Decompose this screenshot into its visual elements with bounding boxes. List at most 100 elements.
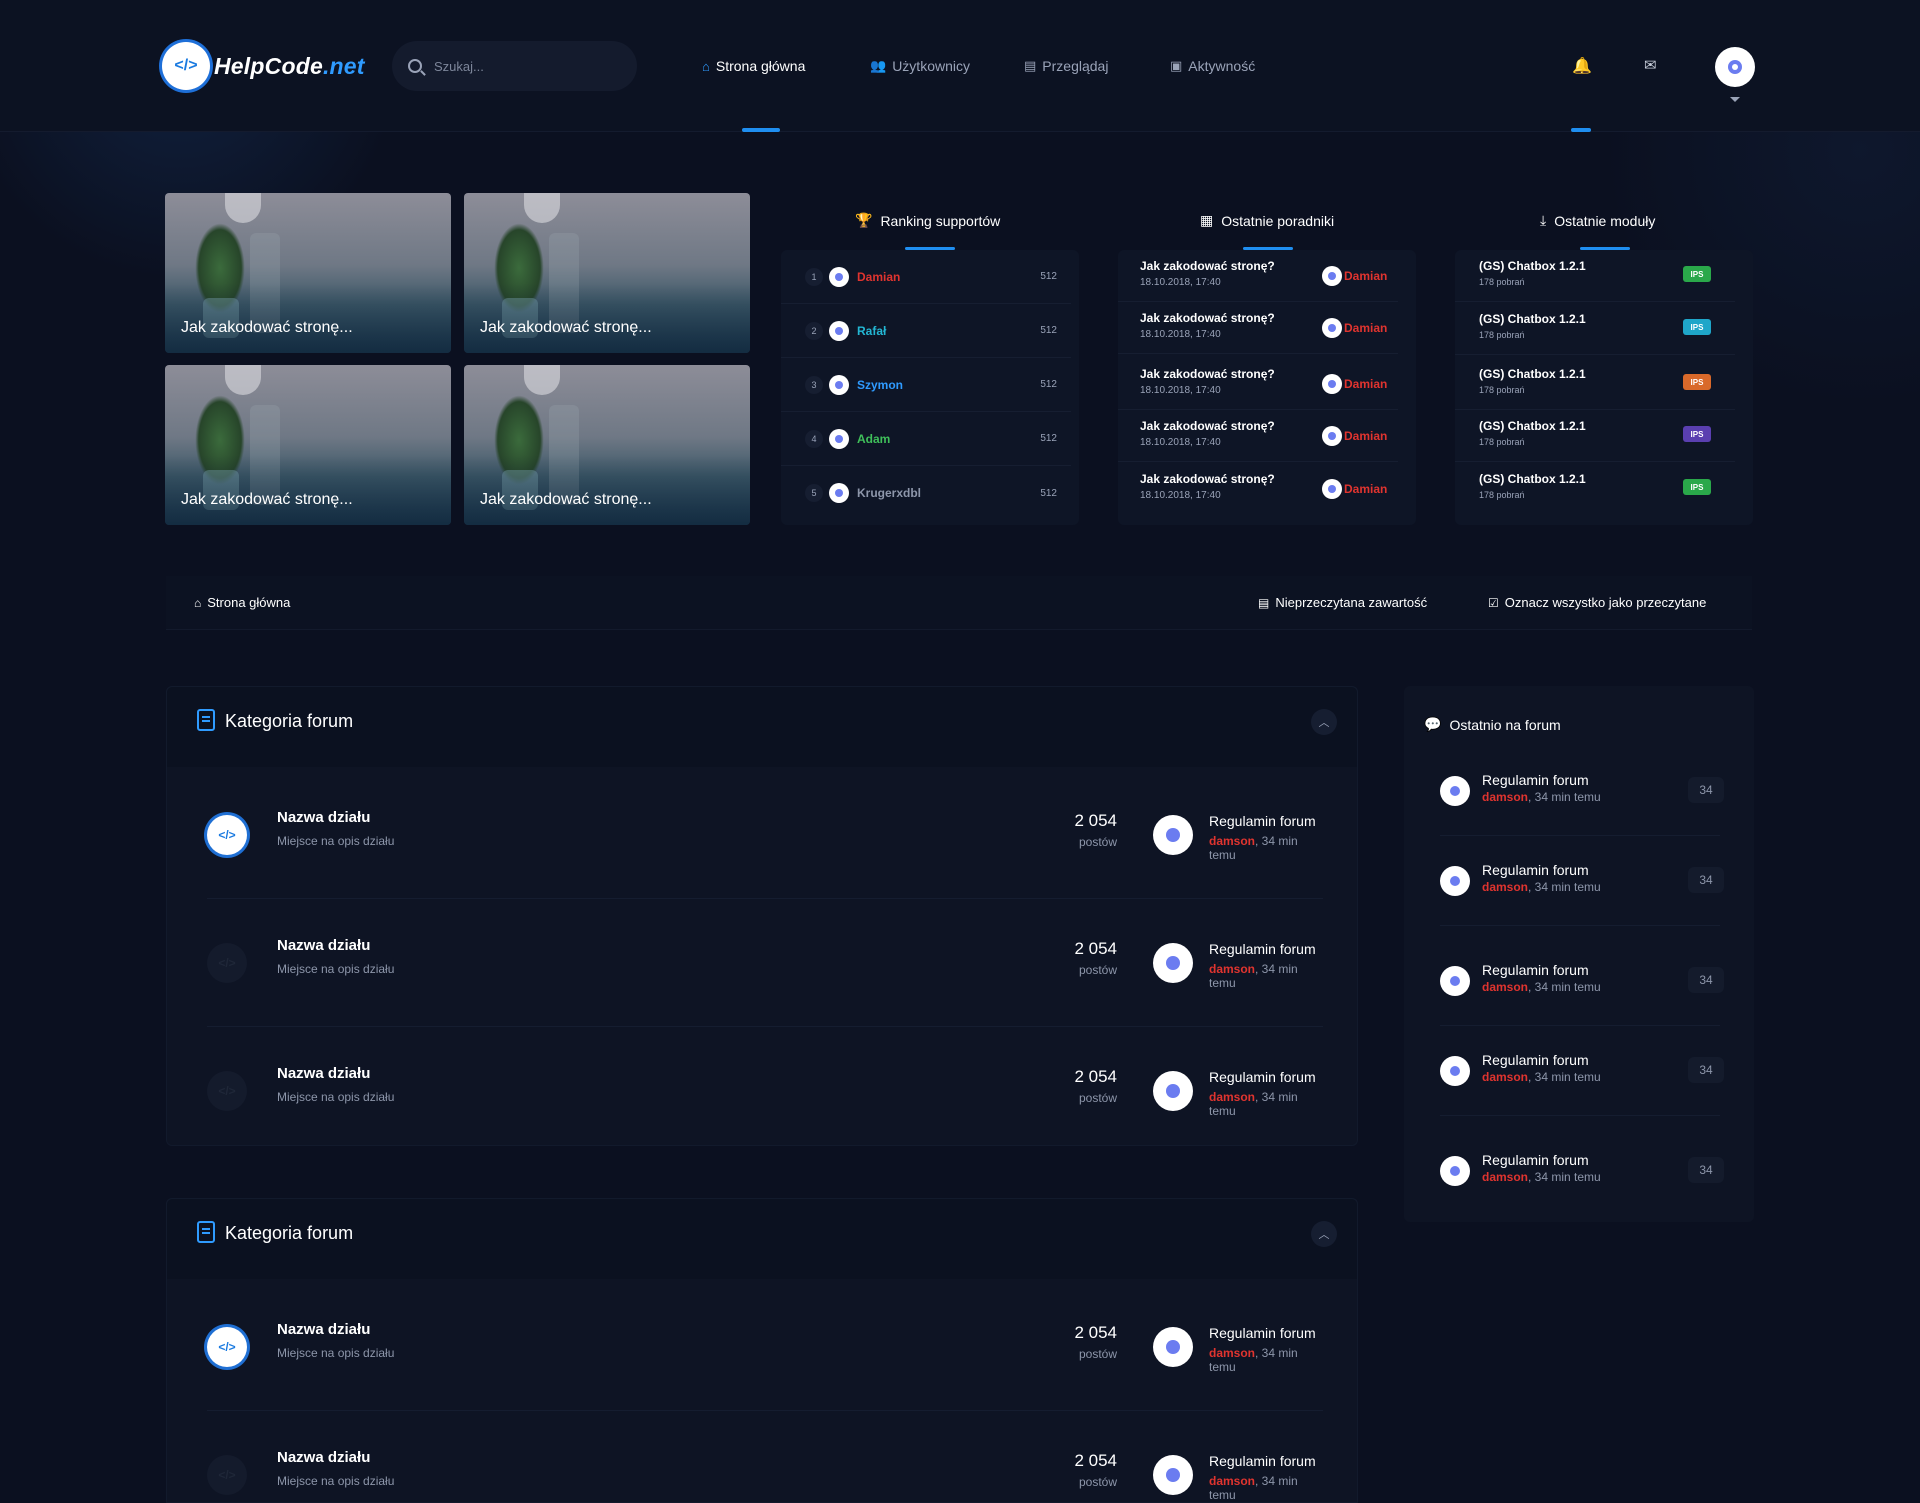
avatar-icon bbox=[829, 266, 849, 287]
unread-content-link[interactable]: ▤ Nieprzeczytana zawartość bbox=[1258, 595, 1427, 610]
recent-topic-row[interactable]: Regulamin forum damson, 34 min temu 34 bbox=[1440, 836, 1724, 926]
ranking-user[interactable]: Krugerxdbl bbox=[857, 486, 1007, 500]
ranking-row[interactable]: 5 Krugerxdbl 512 bbox=[781, 466, 1071, 520]
avatar-icon[interactable] bbox=[1153, 1327, 1193, 1367]
recent-on-forum-panel: 💬 Ostatnio na forum Regulamin forum damso… bbox=[1404, 686, 1754, 1222]
tutorials-panel: Jak zakodować stronę? 18.10.2018, 17:40 … bbox=[1118, 250, 1416, 525]
ranking-row[interactable]: 4 Adam 512 bbox=[781, 412, 1071, 466]
forum-row[interactable]: </> Nazwa działu Miejsce na opis działu … bbox=[207, 899, 1323, 1027]
recent-topic-row[interactable]: Regulamin forum damson, 34 min temu 34 bbox=[1440, 1126, 1724, 1216]
avatar-icon[interactable] bbox=[1153, 1455, 1193, 1495]
avatar-icon[interactable] bbox=[1153, 1071, 1193, 1111]
mark-all-read-link[interactable]: ☑ Oznacz wszystko jako przeczytane bbox=[1488, 595, 1706, 610]
ranking-user[interactable]: Rafał bbox=[857, 324, 1007, 338]
forum-row[interactable]: </> Nazwa działu Miejsce na opis działu … bbox=[207, 1411, 1323, 1503]
avatar-icon bbox=[1440, 1056, 1470, 1086]
chevron-down-icon[interactable] bbox=[1730, 97, 1740, 102]
home-icon: ⌂ bbox=[194, 595, 202, 610]
forum-description: Miejsce na opis działu bbox=[277, 1346, 395, 1360]
featured-card-title: Jak zakodować stronę... bbox=[181, 319, 353, 336]
featured-card[interactable]: Jak zakodować stronę... bbox=[464, 365, 750, 525]
reply-count: 34 bbox=[1688, 777, 1724, 803]
tutorial-row[interactable]: Jak zakodować stronę? 18.10.2018, 17:40 … bbox=[1118, 302, 1398, 354]
forum-row[interactable]: </> Nazwa działu Miejsce na opis działu … bbox=[207, 1283, 1323, 1411]
browse-icon: ▤ bbox=[1024, 58, 1037, 73]
collapse-button[interactable]: ︿ bbox=[1311, 709, 1337, 735]
post-count: 2 054 bbox=[1074, 939, 1117, 958]
notifications-indicator bbox=[1571, 128, 1591, 132]
last-post-title[interactable]: Regulamin forum bbox=[1209, 1069, 1316, 1085]
last-post-title[interactable]: Regulamin forum bbox=[1209, 941, 1316, 957]
last-post-title[interactable]: Regulamin forum bbox=[1209, 1453, 1316, 1469]
user-avatar[interactable] bbox=[1715, 47, 1755, 87]
forum-unread-icon: </> bbox=[207, 1327, 247, 1367]
module-row[interactable]: (GS) Chatbox 1.2.1 178 pobrań IPS bbox=[1455, 358, 1735, 410]
forum-name[interactable]: Nazwa działu bbox=[277, 809, 370, 826]
category-header[interactable]: Kategoria forum ︿ bbox=[167, 1199, 1357, 1279]
nav-browse[interactable]: ▤ Przeglądaj bbox=[1024, 58, 1108, 74]
bell-icon[interactable]: 🔔 bbox=[1572, 56, 1592, 76]
download-icon: ⤓ bbox=[1540, 212, 1547, 228]
forum-name[interactable]: Nazwa działu bbox=[277, 1065, 370, 1082]
forum-description: Miejsce na opis działu bbox=[277, 1090, 395, 1104]
avatar-icon bbox=[829, 483, 849, 503]
forum-name[interactable]: Nazwa działu bbox=[277, 1449, 370, 1466]
category-title: Kategoria forum bbox=[225, 1223, 354, 1243]
tutorial-row[interactable]: Jak zakodować stronę? 18.10.2018, 17:40 … bbox=[1118, 358, 1398, 410]
reply-count: 34 bbox=[1688, 867, 1724, 893]
forum-name[interactable]: Nazwa działu bbox=[277, 1321, 370, 1338]
featured-card[interactable]: Jak zakodować stronę... bbox=[464, 193, 750, 353]
featured-card[interactable]: Jak zakodować stronę... bbox=[165, 365, 451, 525]
search-input[interactable] bbox=[434, 58, 614, 74]
ranking-user[interactable]: Damian bbox=[857, 270, 1007, 284]
module-row[interactable]: (GS) Chatbox 1.2.1 178 pobrań IPS bbox=[1455, 250, 1735, 302]
nav-activity[interactable]: ▣ Aktywność bbox=[1170, 58, 1255, 74]
ranking-user[interactable]: Adam bbox=[857, 432, 1007, 446]
forum-description: Miejsce na opis działu bbox=[277, 962, 395, 976]
recent-topic-row[interactable]: Regulamin forum damson, 34 min temu 34 bbox=[1440, 746, 1724, 836]
ranking-user[interactable]: Szymon bbox=[857, 378, 1007, 392]
search-box[interactable] bbox=[392, 41, 637, 91]
top-header: </> HelpCode.net ⌂Strona główna 👥Użytkow… bbox=[0, 0, 1920, 132]
last-post-title[interactable]: Regulamin forum bbox=[1209, 813, 1316, 829]
recent-topic-row[interactable]: Regulamin forum damson, 34 min temu 34 bbox=[1440, 936, 1724, 1026]
collapse-button[interactable]: ︿ bbox=[1311, 1221, 1337, 1247]
tutorial-row[interactable]: Jak zakodować stronę? 18.10.2018, 17:40 … bbox=[1118, 410, 1398, 462]
breadcrumb: ⌂ Strona główna ▤ Nieprzeczytana zawartość… bbox=[166, 576, 1752, 630]
avatar-icon bbox=[1322, 374, 1342, 394]
tutorial-row[interactable]: Jak zakodować stronę? 18.10.2018, 17:40 … bbox=[1118, 250, 1398, 302]
category-header[interactable]: Kategoria forum ︿ bbox=[167, 687, 1357, 767]
activity-icon: ▣ bbox=[1170, 58, 1183, 73]
chevron-up-icon: ︿ bbox=[1318, 1229, 1330, 1241]
module-row[interactable]: (GS) Chatbox 1.2.1 178 pobrań IPS bbox=[1455, 463, 1735, 515]
avatar-icon[interactable] bbox=[1153, 815, 1193, 855]
ranking-row[interactable]: 2 Rafał 512 bbox=[781, 304, 1071, 358]
logo-badge-icon: </> bbox=[162, 42, 210, 90]
forum-read-icon: </> bbox=[207, 1455, 247, 1495]
avatar-icon[interactable] bbox=[1153, 943, 1193, 983]
featured-card-title: Jak zakodować stronę... bbox=[480, 319, 652, 336]
last-post-title[interactable]: Regulamin forum bbox=[1209, 1325, 1316, 1341]
forum-row[interactable]: </> Nazwa działu Miejsce na opis działu … bbox=[207, 1027, 1323, 1155]
ranking-row[interactable]: 3 Szymon 512 bbox=[781, 358, 1071, 412]
featured-card[interactable]: Jak zakodować stronę... bbox=[165, 193, 451, 353]
module-row[interactable]: (GS) Chatbox 1.2.1 178 pobrań IPS bbox=[1455, 410, 1735, 462]
nav-active-indicator bbox=[742, 128, 780, 132]
forum-name[interactable]: Nazwa działu bbox=[277, 937, 370, 954]
forum-row[interactable]: </> Nazwa działu Miejsce na opis działu … bbox=[207, 771, 1323, 899]
mail-icon[interactable]: ✉ bbox=[1644, 56, 1657, 74]
forum-read-icon: </> bbox=[207, 943, 247, 983]
checkbox-icon: ☑ bbox=[1488, 595, 1499, 610]
forum-description: Miejsce na opis działu bbox=[277, 1474, 395, 1488]
ranking-row[interactable]: 1 Damian 512 bbox=[781, 250, 1071, 304]
module-row[interactable]: (GS) Chatbox 1.2.1 178 pobrań IPS bbox=[1455, 303, 1735, 355]
featured-card-title: Jak zakodować stronę... bbox=[181, 491, 353, 508]
forum-read-icon: </> bbox=[207, 1071, 247, 1111]
tutorial-row[interactable]: Jak zakodować stronę? 18.10.2018, 17:40 … bbox=[1118, 463, 1398, 515]
recent-topic-row[interactable]: Regulamin forum damson, 34 min temu 34 bbox=[1440, 1026, 1724, 1116]
site-logo[interactable]: </> HelpCode.net bbox=[162, 42, 365, 90]
nav-users[interactable]: 👥 Użytkownicy bbox=[870, 58, 970, 74]
breadcrumb-home[interactable]: ⌂ Strona główna bbox=[194, 595, 290, 610]
chat-bubbles-icon: 💬 bbox=[1424, 716, 1442, 732]
nav-home[interactable]: ⌂ Strona główna bbox=[702, 58, 805, 74]
